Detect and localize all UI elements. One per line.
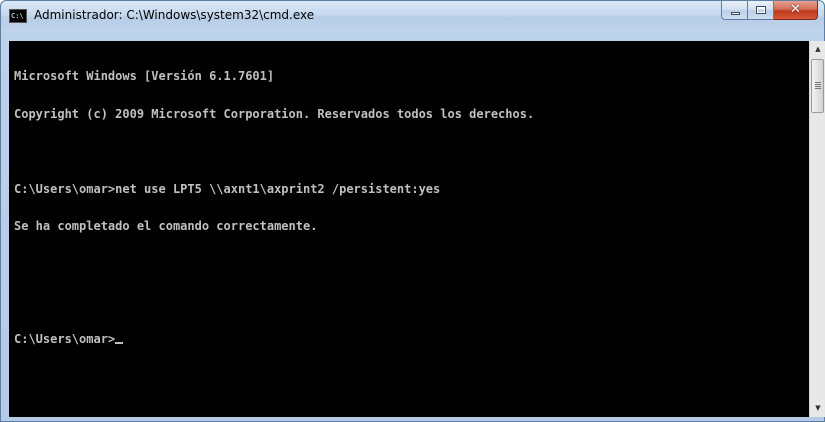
console-line: Microsoft Windows [Versión 6.1.7601] <box>14 69 275 83</box>
title-bar[interactable]: C:\ Administrador: C:\Windows\system32\c… <box>1 1 824 31</box>
command-prompt: C:\Users\omar> <box>14 331 116 346</box>
console-line: C:\Users\omar>net use LPT5 \\axnt1\axpri… <box>14 181 441 196</box>
console-line: Se ha completado el comando correctament… <box>14 219 318 233</box>
minimize-button[interactable] <box>721 1 748 20</box>
grip-icon <box>815 82 821 89</box>
prompt-line: C:\Users\omar> <box>14 331 534 346</box>
close-icon: ✕ <box>790 2 801 17</box>
close-button[interactable]: ✕ <box>774 1 818 20</box>
vertical-scrollbar[interactable]: ▲ ▼ <box>809 41 825 417</box>
cmd-icon[interactable]: C:\ <box>9 9 27 23</box>
console-text: Microsoft Windows [Versión 6.1.7601] Cop… <box>14 45 534 370</box>
console-line: Copyright (c) 2009 Microsoft Corporation… <box>14 106 535 121</box>
caption-buttons: ✕ <box>721 1 818 21</box>
scroll-down-arrow-icon[interactable]: ▼ <box>810 400 825 417</box>
window-title: Administrador: C:\Windows\system32\cmd.e… <box>34 8 315 22</box>
scroll-up-arrow-icon[interactable]: ▲ <box>810 41 825 58</box>
console-output[interactable]: Microsoft Windows [Versión 6.1.7601] Cop… <box>9 41 809 417</box>
maximize-button[interactable] <box>748 1 774 20</box>
maximize-icon <box>756 6 766 14</box>
cmd-window: C:\ Administrador: C:\Windows\system32\c… <box>0 0 825 422</box>
scroll-thumb[interactable] <box>811 59 824 113</box>
minimize-icon <box>731 12 740 15</box>
text-cursor <box>115 341 124 344</box>
